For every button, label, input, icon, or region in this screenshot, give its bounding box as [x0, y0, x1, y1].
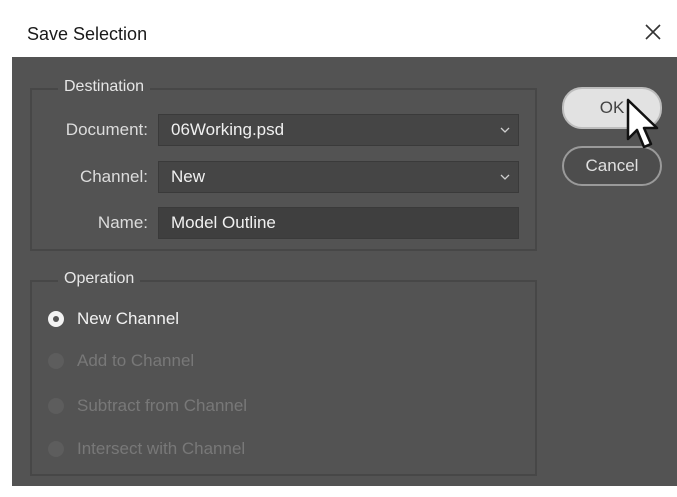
title-bar: Save Selection: [0, 0, 677, 57]
radio-label: New Channel: [77, 309, 180, 328]
channel-label: Channel:: [79, 167, 148, 186]
name-input[interactable]: Model Outline: [158, 207, 519, 239]
close-icon: [645, 24, 661, 40]
chevron-down-icon: [500, 127, 510, 133]
operation-legend: Operation: [58, 270, 141, 288]
chevron-down-icon: [500, 174, 510, 180]
name-input-value: Model Outline: [171, 213, 276, 232]
radio-new-channel[interactable]: New Channel: [48, 309, 179, 329]
mouse-pointer-icon: [626, 98, 659, 149]
radio-subtract-from-channel[interactable]: Subtract from Channel: [48, 396, 247, 416]
radio-selected-icon: [48, 311, 64, 327]
radio-unselected-icon: [48, 441, 64, 457]
document-select-value: 06Working.psd: [171, 120, 285, 139]
destination-legend: Destination: [58, 78, 151, 96]
window-title: Save Selection: [27, 24, 148, 44]
radio-intersect-with-channel[interactable]: Intersect with Channel: [48, 439, 245, 459]
channel-select-value: New: [171, 167, 206, 186]
window-bottom-edge: [0, 486, 677, 497]
close-button[interactable]: [635, 14, 671, 50]
radio-unselected-icon: [48, 353, 64, 369]
radio-label: Subtract from Channel: [77, 396, 248, 415]
radio-unselected-icon: [48, 398, 64, 414]
radio-label: Intersect with Channel: [77, 439, 246, 458]
channel-select[interactable]: New: [158, 161, 519, 193]
radio-label: Add to Channel: [77, 351, 195, 370]
document-select[interactable]: 06Working.psd: [158, 114, 519, 146]
save-selection-dialog: Save Selection Destination Document: 06W…: [0, 0, 677, 497]
name-label: Name:: [97, 213, 148, 232]
document-label: Document:: [65, 120, 148, 139]
radio-add-to-channel[interactable]: Add to Channel: [48, 351, 194, 371]
